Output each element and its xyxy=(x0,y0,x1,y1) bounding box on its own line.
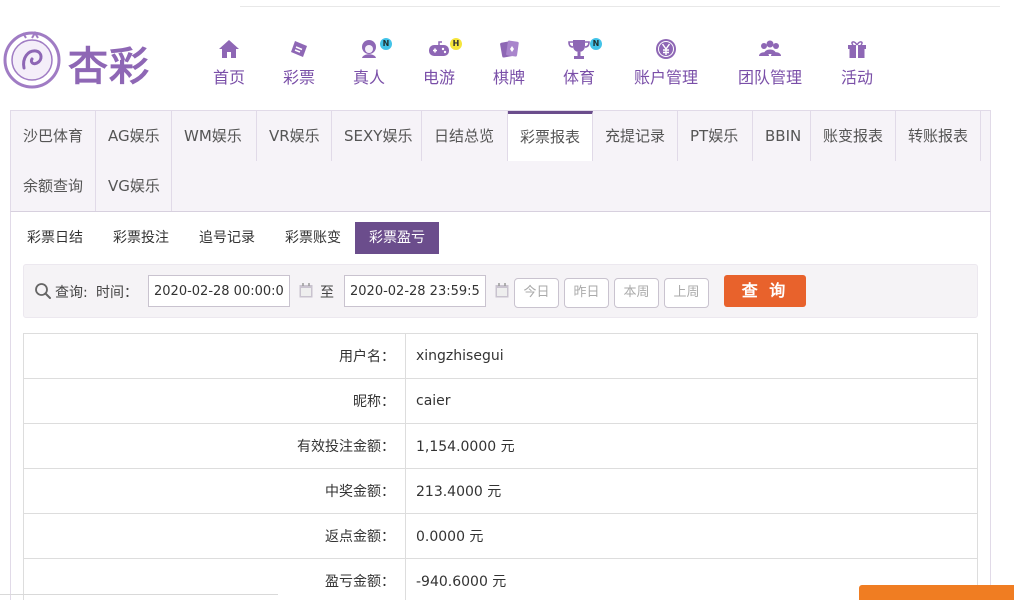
tab-vg[interactable]: VG娱乐 xyxy=(96,161,172,211)
gift-icon xyxy=(848,41,866,58)
time-label: 时间： xyxy=(96,285,138,301)
nav-label: 团队管理 xyxy=(737,68,802,87)
site-header: 杏彩 首页 彩票 N 真人 H 电游 棋牌 N 体育 账户管理 团队管理 活动 xyxy=(0,0,1014,100)
logo-emblem-icon xyxy=(3,31,61,89)
row-key: 昵称： xyxy=(23,378,406,424)
tab-account-changes[interactable]: 账变报表 xyxy=(811,111,896,161)
tab-ag[interactable]: AG娱乐 xyxy=(96,111,172,161)
new-badge: N xyxy=(380,38,392,50)
nav-label: 电游 xyxy=(422,68,455,87)
logo-text: 杏彩 xyxy=(68,43,150,90)
tab-deposit-withdraw[interactable]: 充提记录 xyxy=(593,111,678,161)
nav-item-promotions[interactable]: 活动 xyxy=(822,30,892,90)
this-week-button[interactable]: 本周 xyxy=(614,278,659,308)
new-badge: N xyxy=(590,38,602,50)
row-value: xingzhisegui xyxy=(405,333,978,379)
query-label: 查询: xyxy=(55,285,88,301)
tab-balance-query[interactable]: 余额查询 xyxy=(11,161,96,211)
tab-vr[interactable]: VR娱乐 xyxy=(257,111,332,161)
nav-item-live[interactable]: N 真人 xyxy=(334,30,404,90)
calendar-icon[interactable] xyxy=(299,283,313,298)
subtab-lottery-daily[interactable]: 彩票日结 xyxy=(13,222,97,254)
nav-item-home[interactable]: 首页 xyxy=(194,30,264,90)
team-icon xyxy=(759,40,781,56)
live-dealer-icon xyxy=(362,40,376,58)
report-tabs: 沙巴体育 AG娱乐 WM娱乐 VR娱乐 SEXY娱乐 日结总览 彩票报表 充提记… xyxy=(10,110,991,212)
nav-item-egames[interactable]: H 电游 xyxy=(404,30,474,90)
nav-label: 账户管理 xyxy=(633,68,698,87)
tab-daily-overview[interactable]: 日结总览 xyxy=(422,111,508,161)
table-row: 返点金额： 0.0000 元 xyxy=(23,513,978,559)
subtab-lottery-changes[interactable]: 彩票账变 xyxy=(271,222,355,254)
tab-sexy[interactable]: SEXY娱乐 xyxy=(332,111,422,161)
home-icon xyxy=(219,40,239,58)
search-icon xyxy=(35,283,51,299)
nav-item-account[interactable]: 账户管理 xyxy=(624,30,708,90)
row-key: 中奖金额： xyxy=(23,468,406,514)
nav-label: 体育 xyxy=(562,68,595,87)
nav-item-sports[interactable]: N 体育 xyxy=(544,30,614,90)
yesterday-button[interactable]: 昨日 xyxy=(564,278,609,308)
bottom-divider xyxy=(0,594,278,595)
nav-item-lottery[interactable]: 彩票 xyxy=(264,30,334,90)
row-key: 有效投注金额： xyxy=(23,423,406,469)
lottery-ticket-icon xyxy=(291,41,307,57)
query-bar: 查询: 时间： 至 今日 昨日 本周 上周 查 询 xyxy=(23,264,978,318)
row-key: 用户名： xyxy=(23,333,406,379)
calendar-icon[interactable] xyxy=(495,283,509,298)
cards-icon xyxy=(500,40,519,58)
to-label: 至 xyxy=(320,285,334,301)
tab-bbin[interactable]: BBIN xyxy=(753,111,811,161)
subtab-lottery-profit-loss[interactable]: 彩票盈亏 xyxy=(355,222,439,254)
table-row: 用户名： xingzhisegui xyxy=(23,333,978,379)
row-value: 213.4000 元 xyxy=(405,468,978,514)
subtab-lottery-bets[interactable]: 彩票投注 xyxy=(99,222,183,254)
tab-transfer-report[interactable]: 转账报表 xyxy=(896,111,981,161)
nav-label: 首页 xyxy=(212,68,245,87)
yen-coin-icon xyxy=(656,39,676,59)
gamepad-icon xyxy=(429,41,449,56)
nav-label: 棋牌 xyxy=(492,68,525,87)
header-divider xyxy=(240,6,1000,7)
start-time-input[interactable] xyxy=(148,275,290,307)
floating-service-button[interactable] xyxy=(859,585,1014,600)
table-row: 有效投注金额： 1,154.0000 元 xyxy=(23,423,978,469)
tab-lottery-report[interactable]: 彩票报表 xyxy=(508,111,593,161)
subtab-chase-records[interactable]: 追号记录 xyxy=(185,222,269,254)
last-week-button[interactable]: 上周 xyxy=(664,278,709,308)
nav-item-team[interactable]: 团队管理 xyxy=(728,30,812,90)
end-time-input[interactable] xyxy=(344,275,486,307)
nav-label: 彩票 xyxy=(282,68,315,87)
site-logo[interactable]: 杏彩 xyxy=(2,28,162,92)
profit-loss-table: 用户名： xingzhisegui 昵称： caier 有效投注金额： 1,15… xyxy=(23,333,978,600)
nav-item-cards[interactable]: 棋牌 xyxy=(474,30,544,90)
table-row: 中奖金额： 213.4000 元 xyxy=(23,468,978,514)
table-row: 昵称： caier xyxy=(23,378,978,424)
main-content: 彩票日结 彩票投注 追号记录 彩票账变 彩票盈亏 查询: 时间： 至 今日 昨日… xyxy=(10,212,991,600)
tab-pt[interactable]: PT娱乐 xyxy=(678,111,753,161)
hot-badge: H xyxy=(450,38,462,50)
tab-wm[interactable]: WM娱乐 xyxy=(172,111,257,161)
trophy-icon xyxy=(568,40,590,59)
search-button[interactable]: 查 询 xyxy=(724,275,806,307)
today-button[interactable]: 今日 xyxy=(514,278,559,308)
row-value: 0.0000 元 xyxy=(405,513,978,559)
nav-label: 活动 xyxy=(840,68,873,87)
row-key: 返点金额： xyxy=(23,513,406,559)
nav-label: 真人 xyxy=(352,68,385,87)
row-value: 1,154.0000 元 xyxy=(405,423,978,469)
tab-saba-sports[interactable]: 沙巴体育 xyxy=(11,111,96,161)
row-value: caier xyxy=(405,378,978,424)
